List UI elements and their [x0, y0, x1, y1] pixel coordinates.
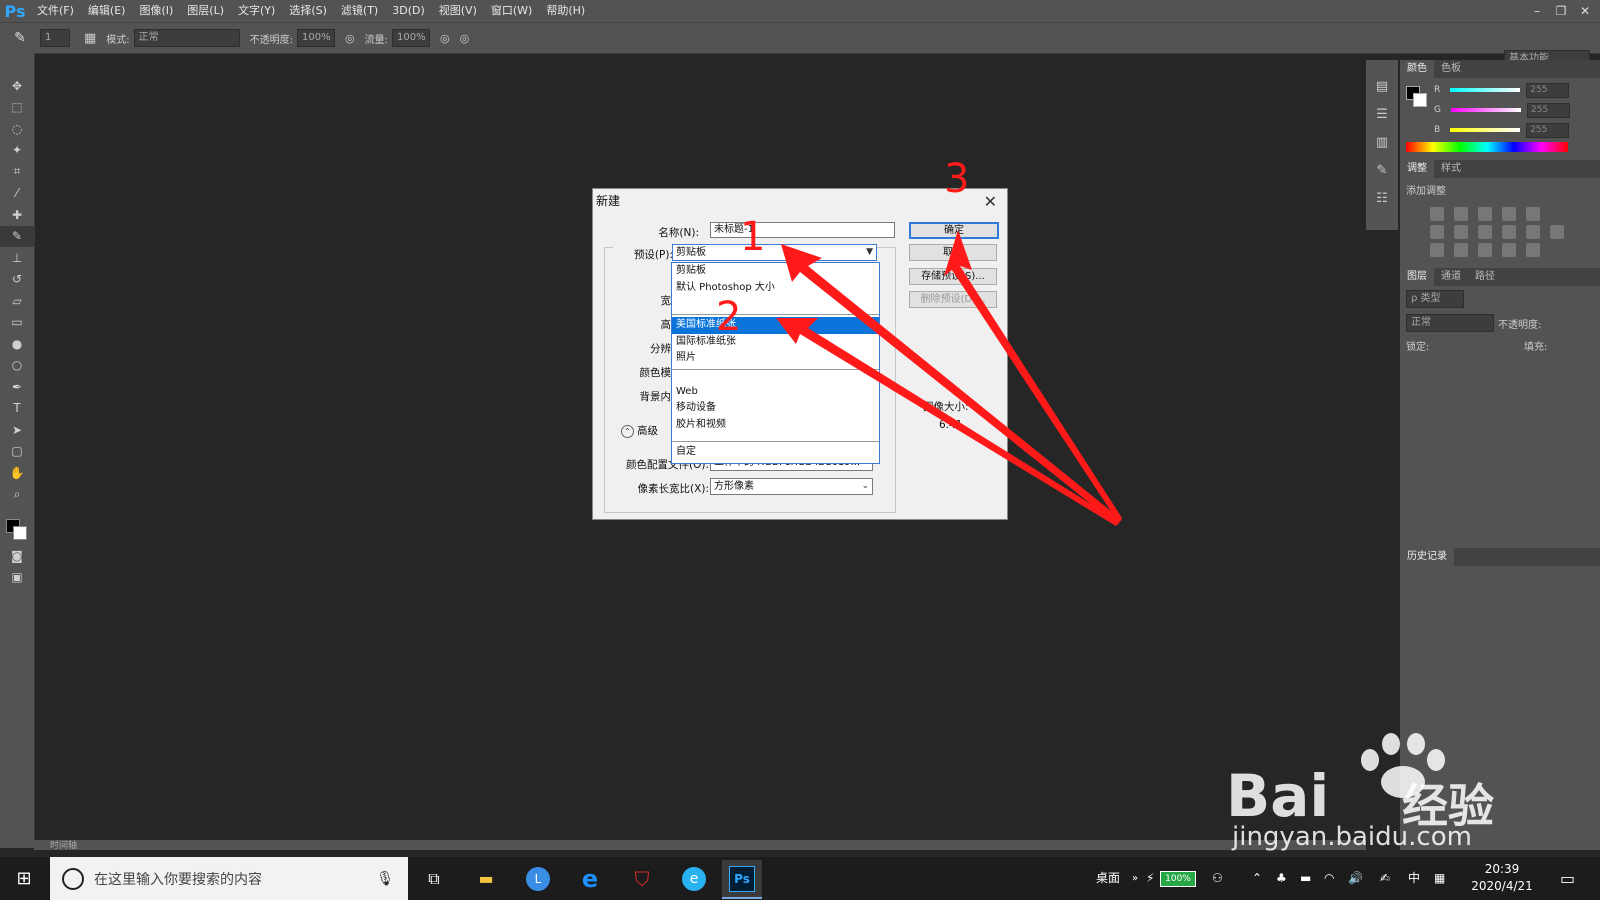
annotation-number-2: 2 [716, 294, 741, 340]
tray-expand-icon[interactable]: ⌃ [1252, 857, 1262, 900]
annotation-arrow-preset [781, 244, 1122, 524]
tray-app-icon[interactable]: ♣ [1276, 857, 1287, 900]
microphone-icon[interactable]: 🎙 [376, 871, 394, 887]
notifications-icon[interactable]: ▭ [1560, 857, 1575, 900]
annotation-number-3: 3 [944, 156, 969, 202]
clock-app-icon[interactable]: L [518, 860, 558, 897]
taskbar-photoshop-icon[interactable]: Ps [722, 860, 762, 899]
clock-time: 20:39 [1484, 862, 1520, 876]
task-view-icon[interactable]: ⧉ [414, 860, 454, 897]
system-clock[interactable]: 20:39 2020/4/21 [1462, 861, 1542, 895]
keyboard-layout-icon[interactable]: ▦ [1434, 857, 1445, 900]
annotation-arrow-us-paper [776, 318, 1120, 526]
file-explorer-icon[interactable]: ▬ [466, 860, 506, 897]
watermark-brand: Bai [1226, 762, 1330, 830]
battery-tray-icon[interactable]: ▬ [1300, 857, 1311, 900]
volume-icon[interactable]: 🔊 [1348, 857, 1363, 900]
clock-date: 2020/4/21 [1471, 879, 1533, 893]
input-method-indicator[interactable]: 中 [1408, 857, 1420, 900]
windows-start-icon[interactable]: ⊞ [0, 857, 48, 900]
annotation-number-1: 1 [740, 214, 765, 260]
toolbar-expand-icon[interactable]: » [1132, 857, 1138, 900]
people-icon[interactable]: ⚇ [1212, 857, 1223, 900]
search-placeholder: 在这里输入你要搜索的内容 [94, 871, 262, 888]
power-plug-icon: ⚡ [1146, 871, 1155, 885]
cortana-icon [62, 867, 84, 890]
edge-browser-icon[interactable]: e [570, 860, 610, 897]
browser-2345-icon[interactable]: e [674, 860, 714, 897]
pen-workspace-icon[interactable]: ✍ [1380, 857, 1390, 900]
mcafee-icon[interactable]: ⛉ [622, 860, 662, 897]
annotation-arrow-ok [944, 230, 1122, 522]
network-icon[interactable]: ◠ [1324, 857, 1334, 900]
taskbar-search[interactable]: 在这里输入你要搜索的内容 🎙 [50, 857, 408, 900]
battery-indicator[interactable]: 100% [1160, 871, 1196, 887]
baidu-watermark: Bai 经验 jingyan.baidu.com [1226, 730, 1546, 852]
desktop-toolbar-label[interactable]: 桌面 [1096, 857, 1120, 900]
watermark-url: jingyan.baidu.com [1232, 822, 1472, 852]
